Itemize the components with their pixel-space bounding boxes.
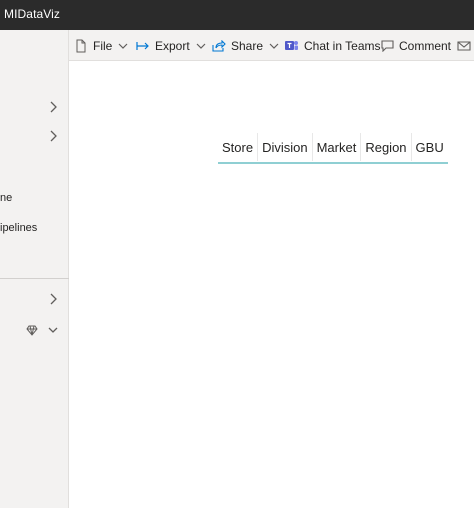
chevron-down-icon bbox=[269, 42, 279, 50]
export-label: Export bbox=[155, 38, 190, 53]
share-label: Share bbox=[231, 38, 264, 53]
navigation-pane: ne ipelines bbox=[0, 30, 69, 508]
slicer-tile-gbu[interactable]: GBU bbox=[412, 133, 448, 161]
comment-button[interactable]: Comment bbox=[381, 30, 451, 61]
diamond-icon bbox=[26, 323, 38, 337]
slicer-tile-division[interactable]: Division bbox=[258, 133, 313, 161]
report-toolbar: File Export Share Chat in Teams Comment bbox=[69, 30, 474, 61]
chevron-down-icon[interactable] bbox=[47, 323, 59, 337]
app-title: MIDataViz bbox=[4, 7, 61, 21]
export-menu-button[interactable]: Export bbox=[136, 30, 206, 61]
chevron-right-icon[interactable] bbox=[48, 100, 58, 114]
teams-label: Chat in Teams bbox=[304, 38, 381, 53]
file-icon bbox=[75, 39, 87, 53]
file-label: File bbox=[93, 38, 113, 53]
share-menu-button[interactable]: Share bbox=[212, 30, 279, 61]
chevron-right-icon[interactable] bbox=[48, 129, 58, 143]
chevron-down-icon bbox=[196, 42, 206, 50]
nav-divider bbox=[0, 278, 69, 279]
report-canvas bbox=[70, 61, 474, 508]
comment-icon bbox=[381, 39, 394, 52]
chevron-down-icon bbox=[118, 42, 128, 50]
slicer-tile-store[interactable]: Store bbox=[218, 133, 259, 161]
nav-item-label[interactable]: ipelines bbox=[0, 222, 37, 234]
teams-icon bbox=[284, 39, 299, 52]
comment-label: Comment bbox=[399, 38, 452, 53]
mail-icon bbox=[457, 40, 471, 51]
export-arrow-icon bbox=[136, 41, 150, 51]
slicer-tile-market[interactable]: Market bbox=[313, 133, 362, 161]
chevron-right-icon[interactable] bbox=[48, 292, 58, 306]
subscribe-button[interactable] bbox=[457, 30, 471, 61]
slicer-tile-region[interactable]: Region bbox=[361, 133, 412, 161]
chat-in-teams-button[interactable]: Chat in Teams bbox=[284, 30, 380, 61]
share-icon bbox=[212, 39, 226, 52]
file-menu-button[interactable]: File bbox=[75, 30, 128, 61]
nav-item-label[interactable]: ne bbox=[0, 192, 12, 204]
slicer-tiles: Store Division Market Region GBU bbox=[218, 133, 448, 164]
app-title-bar: MIDataViz bbox=[0, 0, 474, 30]
